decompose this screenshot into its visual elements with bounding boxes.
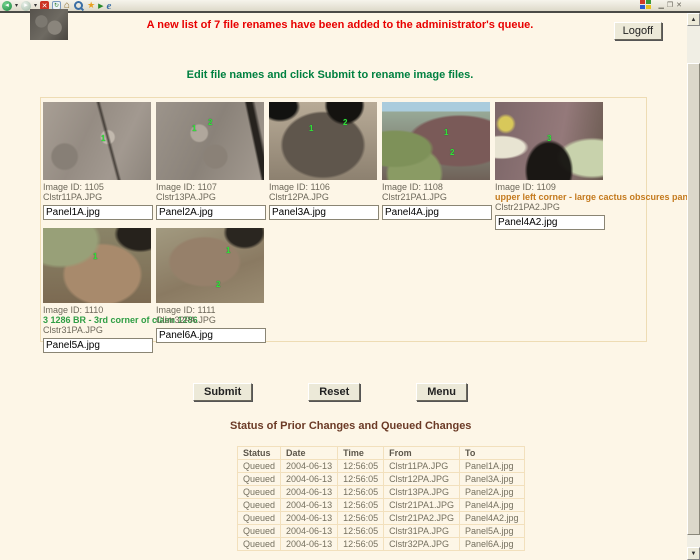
card-row-1: 1 Image ID: 1105 Clstr11PA.JPG 1 2 Image… [43,102,646,224]
original-filename-label: Clstr32PA.JPG [156,315,269,325]
toolbar-icons: ◂ ▾ ▸ ▾ ✕ ↻ ⌂ ★ ▶ e [2,0,640,12]
photo-marker: 2 [343,118,347,127]
search-icon[interactable] [73,0,84,11]
table-row: Queued2004-06-1312:56:05Clstr31PA.JPGPan… [238,525,525,538]
submit-button[interactable]: Submit [193,383,252,401]
col-status: Status [238,447,281,460]
photo-marker: 1 [444,128,448,137]
image-id-label: Image ID: 1109 [495,182,645,192]
original-filename-label: Clstr21PA2.JPG [495,202,645,212]
image-card: 1 Image ID: 1105 Clstr11PA.JPG [43,102,156,220]
browser-toolbar: ◂ ▾ ▸ ▾ ✕ ↻ ⌂ ★ ▶ e ▁ ❐ ✕ [0,0,700,13]
photo-marker: 1 [309,124,313,133]
queue-status-table: Status Date Time From To Queued2004-06-1… [237,446,525,551]
new-filename-input[interactable] [156,205,266,220]
image-id-label: Image ID: 1107 [156,182,269,192]
favorites-icon[interactable]: ★ [87,0,95,11]
image-card: 3 Image ID: 1109 upper left corner - lar… [495,102,645,230]
photo-marker: 2 [450,148,454,157]
col-date: Date [281,447,338,460]
original-filename-label: Clstr11PA.JPG [43,192,156,202]
photo-marker: 1 [101,134,105,143]
scroll-up-icon[interactable]: ▲ [687,13,700,26]
col-to: To [459,447,524,460]
image-card: 1 Image ID: 1110 3 1286 BR - 3rd corner … [43,228,156,353]
scroll-down-icon[interactable]: ▼ [687,547,700,560]
windows-logo-icon [640,0,652,11]
new-filename-input[interactable] [269,205,379,220]
image-card: 1 2 Image ID: 1106 Clstr12PA.JPG [269,102,382,220]
window-controls: ▁ ❐ ✕ [658,2,682,9]
petroglyph-thumbnail: 1 2 [156,102,264,180]
table-row: Queued2004-06-1312:56:05Clstr21PA1.JPGPa… [238,499,525,512]
back-dropdown-icon[interactable]: ▾ [15,2,18,9]
image-id-label: Image ID: 1108 [382,182,495,192]
table-row: Queued2004-06-1312:56:05Clstr13PA.JPGPan… [238,486,525,499]
col-time: Time [338,447,384,460]
maximize-icon[interactable]: ❐ [667,2,673,9]
new-filename-input[interactable] [43,205,153,220]
browser-window: ◂ ▾ ▸ ▾ ✕ ↻ ⌂ ★ ▶ e ▁ ❐ ✕ A new list of … [0,0,700,560]
image-card-grid: 1 Image ID: 1105 Clstr11PA.JPG 1 2 Image… [40,97,647,342]
image-card: 1 2 Image ID: 1107 Clstr13PA.JPG [156,102,269,220]
card-row-2: 1 Image ID: 1110 3 1286 BR - 3rd corner … [43,228,646,353]
original-filename-label: Clstr12PA.JPG [269,192,382,202]
edit-instruction: Edit file names and click Submit to rena… [0,69,660,81]
table-row: Queued2004-06-1312:56:05Clstr32PA.JPGPan… [238,538,525,551]
col-from: From [384,447,460,460]
new-filename-input[interactable] [495,215,605,230]
image-id-label: Image ID: 1110 [43,305,156,315]
new-filename-input[interactable] [382,205,492,220]
photo-marker: 1 [192,124,196,133]
image-card: 1 2 Image ID: 1108 Clstr21PA1.JPG [382,102,495,220]
action-button-row: Submit Reset Menu [0,383,660,401]
petroglyph-thumbnail: 3 [495,102,603,180]
photo-marker: 1 [93,252,97,261]
image-note: 3 1286 BR - 3rd corner of claim 1286 [43,315,156,325]
petroglyph-thumbnail: 1 2 [382,102,490,180]
image-note: upper left corner - large cactus obscure… [495,192,645,202]
close-icon[interactable]: ✕ [676,2,682,9]
photo-marker: 2 [208,118,212,127]
menu-button[interactable]: Menu [416,383,467,401]
image-card: 1 2 Image ID: 1111 Clstr32PA.JPG [156,228,269,343]
original-filename-label: Clstr21PA1.JPG [382,192,495,202]
minimize-icon[interactable]: ▁ [658,2,663,9]
photo-marker: 3 [547,134,551,143]
back-icon[interactable]: ◂ [2,1,12,11]
image-id-label: Image ID: 1106 [269,182,382,192]
image-id-label: Image ID: 1105 [43,182,156,192]
table-header-row: Status Date Time From To [238,447,525,460]
forward-dropdown-icon[interactable]: ▾ [34,2,37,9]
petroglyph-thumbnail: 1 [43,228,151,303]
scrollbar-thumb[interactable] [687,63,700,535]
photo-marker: 2 [216,280,220,289]
table-row: Queued2004-06-1312:56:05Clstr21PA2.JPGPa… [238,512,525,525]
media-icon[interactable]: ▶ [98,2,103,10]
petroglyph-thumbnail: 1 2 [156,228,264,303]
original-filename-label: Clstr13PA.JPG [156,192,269,202]
original-filename-label: Clstr31PA.JPG [43,325,156,335]
new-filename-input[interactable] [43,338,153,353]
new-filename-input[interactable] [156,328,266,343]
reset-button[interactable]: Reset [308,383,360,401]
queue-alert-message: A new list of 7 file renames have been a… [60,19,620,31]
photo-marker: 1 [226,246,230,255]
petroglyph-thumbnail: 1 [43,102,151,180]
ie-logo-icon: e [107,0,112,12]
header-thumbnail [30,9,68,40]
image-id-label: Image ID: 1111 [156,305,269,315]
logoff-button[interactable]: Logoff [614,22,662,40]
table-row: Queued2004-06-1312:56:05Clstr12PA.JPGPan… [238,473,525,486]
vertical-scrollbar[interactable]: ▲ ▼ [687,13,700,560]
petroglyph-thumbnail: 1 2 [269,102,377,180]
table-row: Queued2004-06-1312:56:05Clstr11PA.JPGPan… [238,460,525,473]
status-heading: Status of Prior Changes and Queued Chang… [230,420,471,432]
